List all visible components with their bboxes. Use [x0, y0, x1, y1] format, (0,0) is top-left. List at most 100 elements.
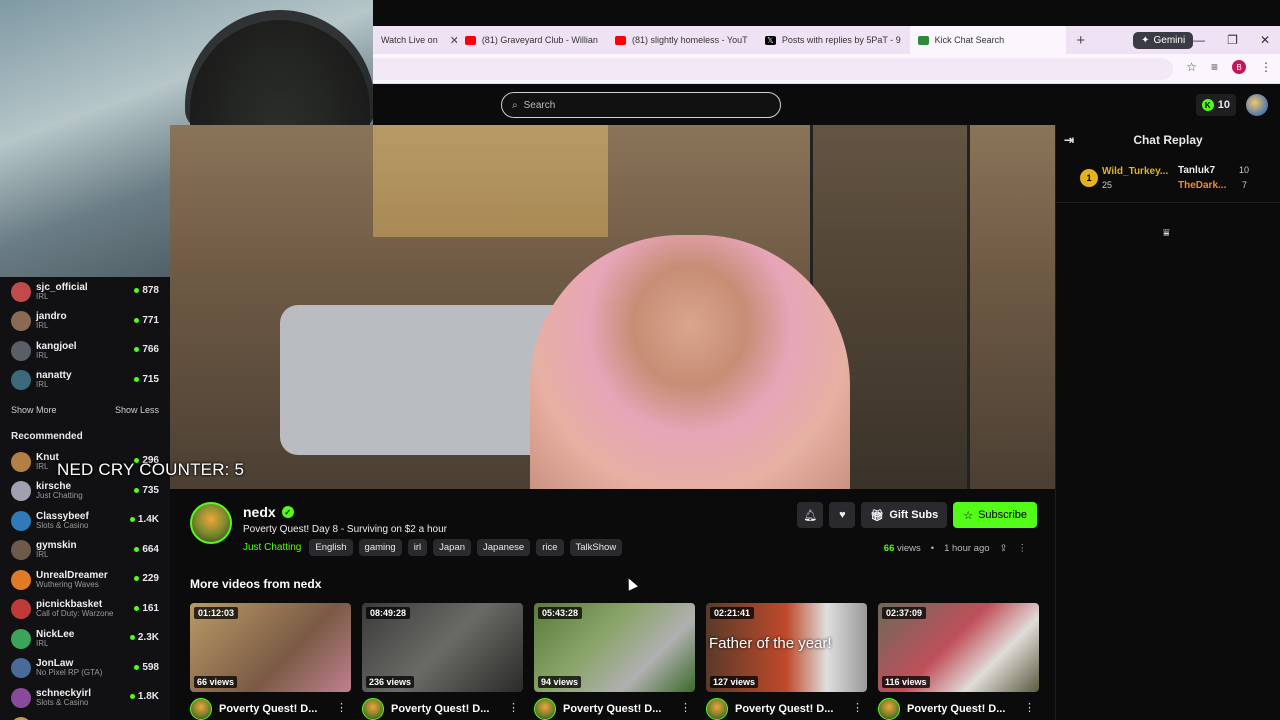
sidebar-channel-item[interactable]: schneckyirl Slots & Casino 1.8K	[0, 683, 170, 713]
collapse-chat-icon[interactable]: ⇥	[1064, 133, 1074, 147]
video-card-title[interactable]: Poverty Quest! D...	[563, 703, 661, 715]
card-menu-icon[interactable]: ⋮	[508, 701, 519, 714]
sidebar-channel-item[interactable]: Powdur258	[0, 713, 170, 720]
leader-3-name[interactable]: TheDark...	[1178, 180, 1226, 191]
live-dot-icon	[129, 635, 135, 640]
viewer-count: 229	[134, 573, 159, 584]
new-tab-button[interactable]: +	[1066, 32, 1095, 49]
tag-chip[interactable]: TalkShow	[569, 539, 623, 556]
show-less-button[interactable]: Show Less	[115, 405, 159, 415]
url-field[interactable]	[373, 58, 1173, 80]
channel-avatar	[11, 569, 31, 590]
bookmark-star-icon[interactable]: ☆	[1186, 60, 1197, 74]
sidebar-channel-item[interactable]: picnickbasket Call of Duty: Warzone 161	[0, 595, 170, 625]
browser-tab[interactable]: 𝕏 Posts with replies by 5PaT - 9 ✕	[757, 26, 910, 54]
channel-avatar[interactable]	[190, 502, 232, 544]
channel-avatar[interactable]	[706, 698, 728, 720]
video-card-footer: Poverty Quest! D... ⋮	[878, 698, 1039, 720]
tag-chip[interactable]: gaming	[358, 539, 402, 556]
restore-icon[interactable]: ❐	[1227, 33, 1238, 47]
leader-1-name[interactable]: Wild_Turkey...	[1102, 166, 1168, 177]
tag-chip[interactable]: Japan	[433, 539, 471, 556]
tag-chip[interactable]: rice	[536, 539, 564, 556]
browser-menu-icon[interactable]: ⋮	[1260, 60, 1272, 74]
video-views: 236 views	[366, 676, 415, 688]
tag-chip[interactable]: Japanese	[477, 539, 531, 556]
viewer-count-number: 664	[142, 543, 159, 555]
video-card-title[interactable]: Poverty Quest! D...	[907, 703, 1005, 715]
channel-avatar	[11, 510, 31, 531]
video-card[interactable]: 02:37:09 116 views Poverty Quest! D... ⋮	[878, 603, 1039, 720]
tag-chip[interactable]: English	[309, 539, 353, 556]
sidebar-channel-item[interactable]: jandro IRL 771	[0, 307, 170, 337]
more-options-icon[interactable]: ⋮	[1018, 543, 1028, 554]
tab-title: Kick Chat Search	[934, 35, 1005, 45]
video-card[interactable]: 02:21:41 Father of the year! 127 views Pove…	[706, 603, 867, 720]
channel-avatar[interactable]	[534, 698, 556, 720]
tag-chip[interactable]: irl	[407, 539, 428, 556]
channel-avatar[interactable]	[362, 698, 384, 720]
video-card[interactable]: 01:12:03 66 views Poverty Quest! D... ⋮	[190, 603, 351, 720]
sidebar-channel-item[interactable]: sjc_official IRL 878	[0, 277, 170, 307]
gift-subs-button[interactable]: 🎁︎ Gift Subs	[861, 502, 948, 528]
channel-info: nedx ✓ Poverty Quest! Day 8 - Surviving …	[170, 489, 1055, 720]
sidebar-channel-item[interactable]: NickLee IRL 2.3K	[0, 624, 170, 654]
sidebar-channel-item[interactable]: kangjoel IRL 766	[0, 336, 170, 366]
show-more-button[interactable]: Show More	[11, 405, 57, 415]
sidebar-channel-item[interactable]: Classybeef Slots & Casino 1.4K	[0, 506, 170, 536]
card-menu-icon[interactable]: ⋮	[336, 701, 347, 714]
video-player[interactable]	[170, 125, 1055, 489]
sidebar-channel-item[interactable]: nanatty IRL 715	[0, 366, 170, 396]
live-dot-icon	[134, 317, 140, 323]
channel-avatar[interactable]	[190, 698, 212, 720]
notification-bell-button[interactable]: 🔔︎	[797, 502, 824, 528]
card-menu-icon[interactable]: ⋮	[680, 701, 691, 714]
kcoin-balance[interactable]: K 10	[1195, 94, 1236, 116]
browser-tab-active[interactable]: Kick Chat Search ✕	[909, 26, 1067, 54]
expand-leaderboard-icon[interactable]: ⩸	[1163, 227, 1170, 240]
sidebar-channel-item[interactable]: kirsche Just Chatting 735	[0, 477, 170, 507]
search-input[interactable]: ⌕ Search	[501, 92, 781, 118]
video-card-title[interactable]: Poverty Quest! D...	[219, 703, 317, 715]
close-window-icon[interactable]: ✕	[1260, 33, 1270, 47]
video-thumbnail[interactable]: 02:21:41 Father of the year! 127 views	[706, 603, 867, 692]
channel-avatar[interactable]	[878, 698, 900, 720]
reading-list-icon[interactable]: ≡	[1211, 60, 1218, 74]
video-thumbnail[interactable]: 01:12:03 66 views	[190, 603, 351, 692]
channel-avatar	[11, 687, 31, 708]
live-dot-icon	[134, 347, 140, 352]
video-card[interactable]: 08:49:28 236 views Poverty Quest! D... ⋮	[362, 603, 523, 720]
subscribe-button[interactable]: ☆ Subscribe	[953, 502, 1037, 528]
channel-category: Just Chatting	[36, 491, 83, 501]
category-link[interactable]: Just Chatting	[243, 542, 301, 553]
browser-tab[interactable]: (81) Graveyard Club - Willian ✕	[457, 26, 607, 54]
sidebar-channel-item[interactable]: gymskin IRL 664	[0, 536, 170, 566]
kick-coin-icon: K	[1201, 99, 1214, 111]
sidebar-channel-item[interactable]: UnrealDreamer Wuthering Waves 229	[0, 565, 170, 595]
card-menu-icon[interactable]: ⋮	[852, 701, 863, 714]
video-thumbnail[interactable]: 05:43:28 94 views	[534, 603, 695, 692]
card-menu-icon[interactable]: ⋮	[1024, 701, 1035, 714]
share-icon[interactable]: ⇪	[1000, 543, 1008, 554]
user-avatar[interactable]	[1246, 94, 1268, 116]
video-card-title[interactable]: Poverty Quest! D...	[735, 703, 833, 715]
video-card-title[interactable]: Poverty Quest! D...	[391, 703, 489, 715]
mouse-cursor	[624, 576, 638, 591]
channel-name[interactable]: nedx	[243, 504, 276, 520]
video-card[interactable]: 05:43:28 94 views Poverty Quest! D... ⋮	[534, 603, 695, 720]
channel-category: IRL	[36, 461, 49, 471]
minimize-icon[interactable]: —	[1193, 33, 1205, 47]
sidebar-channel-item[interactable]: JonLaw No Pixel RP (GTA) 598	[0, 654, 170, 684]
viewer-count-number: 715	[142, 373, 159, 385]
gemini-button[interactable]: ✦ Gemini	[1133, 31, 1194, 49]
video-thumbnail[interactable]: 08:49:28 236 views	[362, 603, 523, 692]
leader-2-name[interactable]: Tanluk7	[1178, 165, 1215, 176]
browser-tab[interactable]: Watch Live on ✕	[373, 26, 457, 54]
follow-heart-button[interactable]: ♥	[829, 502, 856, 528]
profile-avatar[interactable]: B	[1232, 60, 1246, 74]
viewer-count: 715	[134, 374, 159, 385]
thumbnail-overlay-text: Father of the year!	[709, 635, 832, 652]
close-tab-icon[interactable]: ✕	[450, 34, 457, 47]
video-thumbnail[interactable]: 02:37:09 116 views	[878, 603, 1039, 692]
browser-tab[interactable]: (81) slightly homeless - YouT ✕	[607, 26, 757, 54]
